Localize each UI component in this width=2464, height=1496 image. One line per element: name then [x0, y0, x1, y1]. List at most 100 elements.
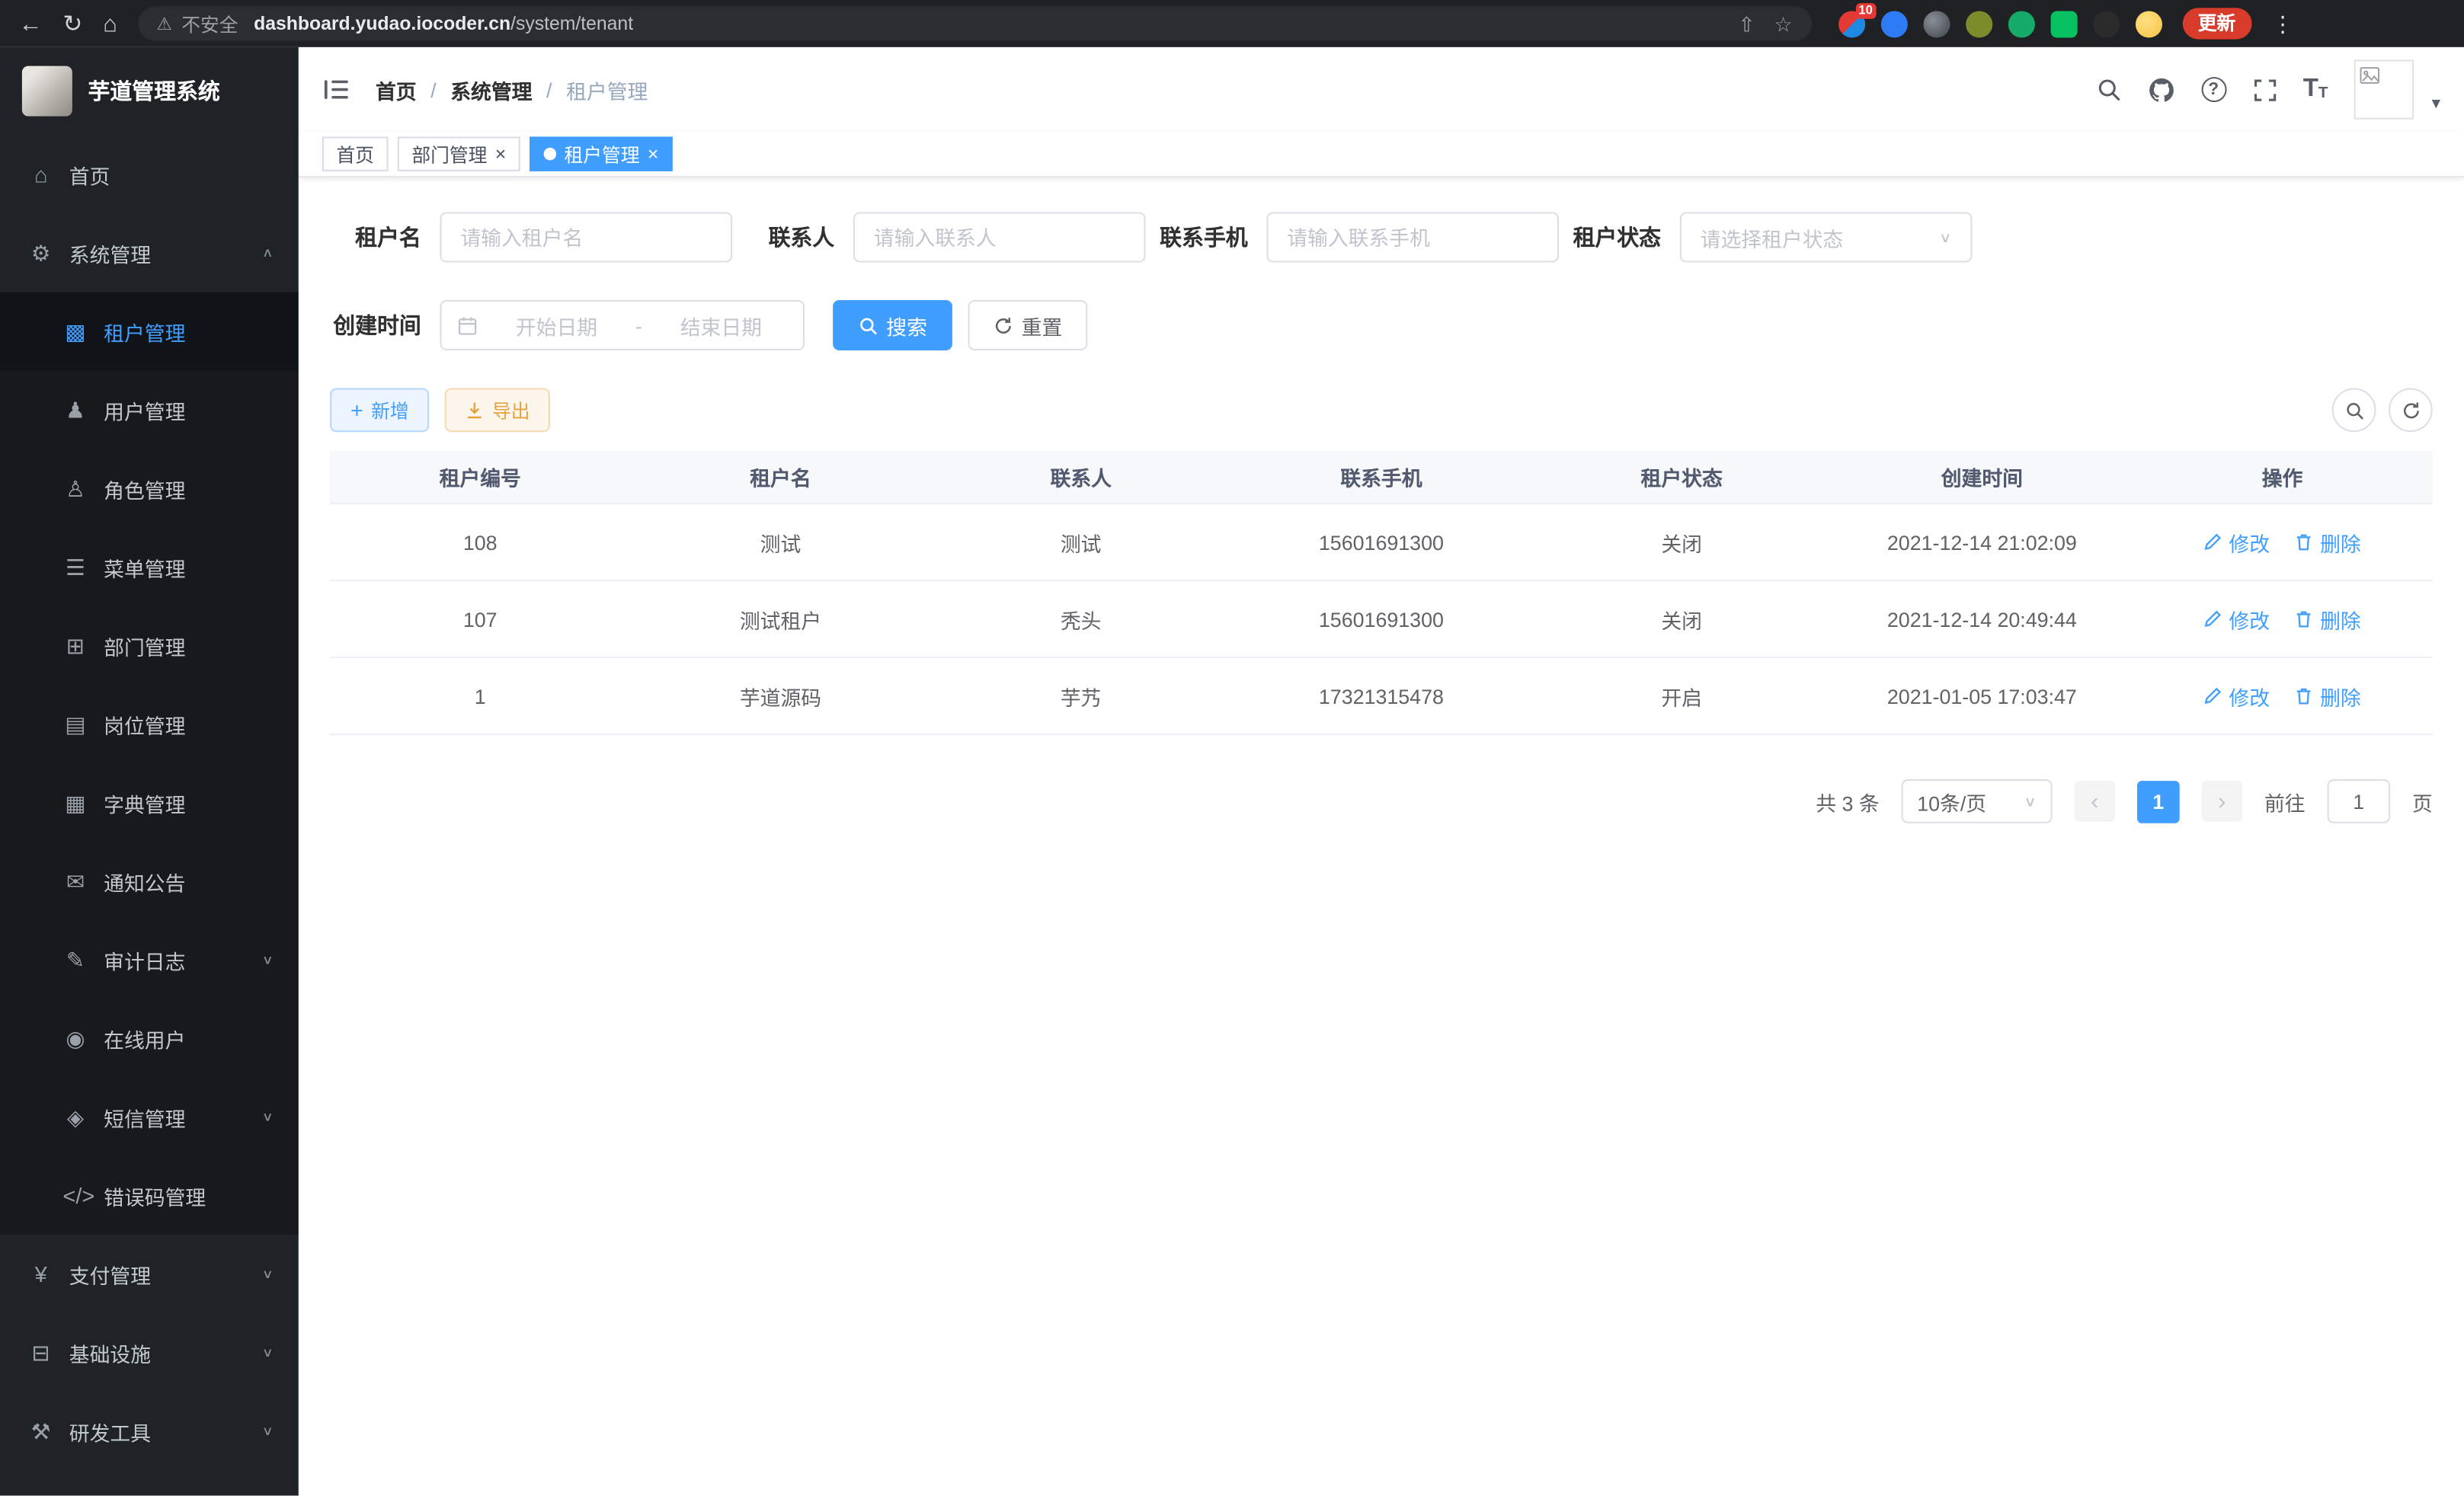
- date-separator: -: [635, 313, 642, 337]
- cell-tenant-id: 108: [330, 504, 630, 580]
- status-label: 租户状态: [1570, 222, 1661, 253]
- breadcrumb-home[interactable]: 首页: [376, 75, 417, 104]
- cell-created: 2021-12-14 21:02:09: [1832, 504, 2132, 580]
- delete-button[interactable]: 删除: [2295, 527, 2361, 557]
- sidebar-item[interactable]: ♙ 角色管理: [0, 449, 299, 528]
- sidebar-item[interactable]: ⚒ 研发工具 ∨: [0, 1392, 299, 1470]
- extension-icon[interactable]: 10: [1838, 10, 1864, 37]
- sidebar-item[interactable]: ♟ 用户管理: [0, 371, 299, 449]
- kebab-menu-icon[interactable]: ⋮: [2272, 13, 2294, 35]
- extension-icon[interactable]: [1923, 10, 1950, 37]
- extensions-tray: 10: [1838, 10, 2162, 37]
- chevron-icon: ∧: [262, 246, 274, 260]
- cell-actions: 修改 删除: [2132, 504, 2432, 580]
- extension-icon[interactable]: [2093, 10, 2120, 37]
- delete-button[interactable]: 删除: [2295, 681, 2361, 711]
- sidebar-item[interactable]: ✎ 审计日志 ∨: [0, 921, 299, 999]
- sidebar-item[interactable]: ⊞ 部门管理: [0, 606, 299, 685]
- current-page-button[interactable]: 1: [2137, 780, 2180, 823]
- security-label[interactable]: 不安全: [181, 10, 238, 37]
- add-button[interactable]: + 新增: [330, 388, 429, 432]
- menu-item-label: 菜单管理: [104, 552, 258, 582]
- address-bar[interactable]: ⚠ 不安全 dashboard.yudao.iocoder.cn/system/…: [138, 6, 1812, 40]
- sidebar-item[interactable]: ◈ 短信管理 ∨: [0, 1078, 299, 1156]
- delete-button[interactable]: 删除: [2295, 604, 2361, 634]
- sidebar-item[interactable]: </> 错误码管理: [0, 1156, 299, 1235]
- tenant-name-input[interactable]: [440, 212, 733, 262]
- date-end-placeholder: 结束日期: [654, 310, 787, 340]
- breadcrumb-separator: /: [430, 78, 436, 101]
- help-icon[interactable]: ?: [2201, 77, 2226, 102]
- table-toolbar: + 新增 导出: [330, 388, 2433, 432]
- font-size-icon[interactable]: TT: [2303, 77, 2328, 102]
- sidebar-item[interactable]: ▦ 字典管理: [0, 763, 299, 842]
- sidebar-item[interactable]: ¥ 支付管理 ∨: [0, 1235, 299, 1313]
- share-icon[interactable]: ⇧: [1738, 14, 1755, 34]
- view-tab[interactable]: 租户管理 ×: [530, 136, 673, 171]
- edit-button[interactable]: 修改: [2203, 527, 2270, 557]
- phone-input[interactable]: [1266, 212, 1559, 262]
- reset-button[interactable]: 重置: [968, 300, 1088, 350]
- browser-back-icon[interactable]: ←: [19, 11, 43, 35]
- toolbar-refresh-icon[interactable]: [2389, 388, 2433, 432]
- browser-home-icon[interactable]: ⌂: [103, 11, 117, 35]
- tenant-status-select[interactable]: 请选择租户状态 ∨: [1680, 212, 1973, 262]
- page-size-select[interactable]: 10条/页 ∨: [1902, 779, 2053, 823]
- menu-item-label: 租户管理: [104, 317, 258, 347]
- column-header: 租户状态: [1531, 451, 1832, 503]
- sidebar-item[interactable]: ⌂ 首页: [0, 135, 299, 213]
- breadcrumb-system[interactable]: 系统管理: [450, 75, 532, 104]
- tab-close-icon[interactable]: ×: [648, 145, 658, 164]
- search-icon: [858, 315, 878, 336]
- bookmark-star-icon[interactable]: ☆: [1774, 14, 1793, 34]
- github-icon[interactable]: [2148, 76, 2174, 103]
- update-button[interactable]: 更新: [2182, 8, 2251, 39]
- sidebar-item[interactable]: ◉ 在线用户: [0, 999, 299, 1078]
- extension-icon[interactable]: [2050, 10, 2077, 37]
- search-icon[interactable]: [2096, 77, 2121, 102]
- column-header: 租户编号: [330, 451, 630, 503]
- tab-close-icon[interactable]: ×: [495, 145, 506, 164]
- chevron-icon: ∨: [262, 953, 274, 967]
- create-time-label: 创建时间: [330, 309, 421, 340]
- prev-page-button[interactable]: ‹: [2074, 781, 2115, 822]
- export-button[interactable]: 导出: [445, 388, 550, 432]
- fullscreen-icon[interactable]: [2253, 78, 2277, 101]
- extension-icon[interactable]: [2008, 10, 2034, 37]
- profile-avatar[interactable]: [2135, 10, 2162, 37]
- chevron-icon: ∨: [262, 1110, 274, 1124]
- toolbar-search-toggle-icon[interactable]: [2332, 388, 2376, 432]
- view-tab[interactable]: 部门管理 ×: [398, 136, 520, 171]
- contact-input[interactable]: [853, 212, 1146, 262]
- sidebar-item[interactable]: ⊟ 基础设施 ∨: [0, 1313, 299, 1392]
- sidebar-item[interactable]: ▤ 岗位管理: [0, 685, 299, 763]
- cell-contact: 芋艿: [931, 658, 1231, 734]
- sidebar-item[interactable]: ⚙ 系统管理 ∧: [0, 214, 299, 292]
- extension-icon[interactable]: [1880, 10, 1907, 37]
- menu-item-label: 审计日志: [104, 945, 246, 975]
- logo[interactable]: 芋道管理系统: [0, 47, 299, 136]
- edit-button[interactable]: 修改: [2203, 681, 2270, 711]
- sidebar-item[interactable]: ▩ 租户管理: [0, 292, 299, 371]
- next-page-button[interactable]: ›: [2201, 781, 2242, 822]
- url-text[interactable]: dashboard.yudao.iocoder.cn/system/tenant: [254, 13, 633, 35]
- edit-button[interactable]: 修改: [2203, 604, 2270, 634]
- browser-reload-icon[interactable]: ↻: [63, 11, 83, 35]
- sidebar-item[interactable]: ✉ 通知公告: [0, 842, 299, 921]
- extension-icon[interactable]: [1965, 10, 1992, 37]
- view-tab[interactable]: 首页 ×: [322, 136, 389, 171]
- search-button[interactable]: 搜索: [833, 300, 952, 350]
- cell-status: 关闭: [1531, 504, 1832, 580]
- user-avatar[interactable]: [2355, 59, 2414, 119]
- menu-item-icon: ▤: [63, 711, 88, 737]
- hamburger-icon[interactable]: [322, 75, 350, 104]
- download-icon: [466, 401, 485, 420]
- app-title: 芋道管理系统: [88, 75, 220, 107]
- sidebar-item[interactable]: ☰ 菜单管理: [0, 528, 299, 606]
- create-time-range-picker[interactable]: 开始日期 - 结束日期: [440, 300, 805, 350]
- goto-page-input[interactable]: [2328, 779, 2391, 823]
- page-size-value: 10条/页: [1917, 786, 1986, 816]
- caret-down-icon[interactable]: ▾: [2432, 93, 2440, 113]
- menu-item-icon: ¥: [28, 1261, 53, 1287]
- menu-item-icon: ◈: [63, 1104, 88, 1130]
